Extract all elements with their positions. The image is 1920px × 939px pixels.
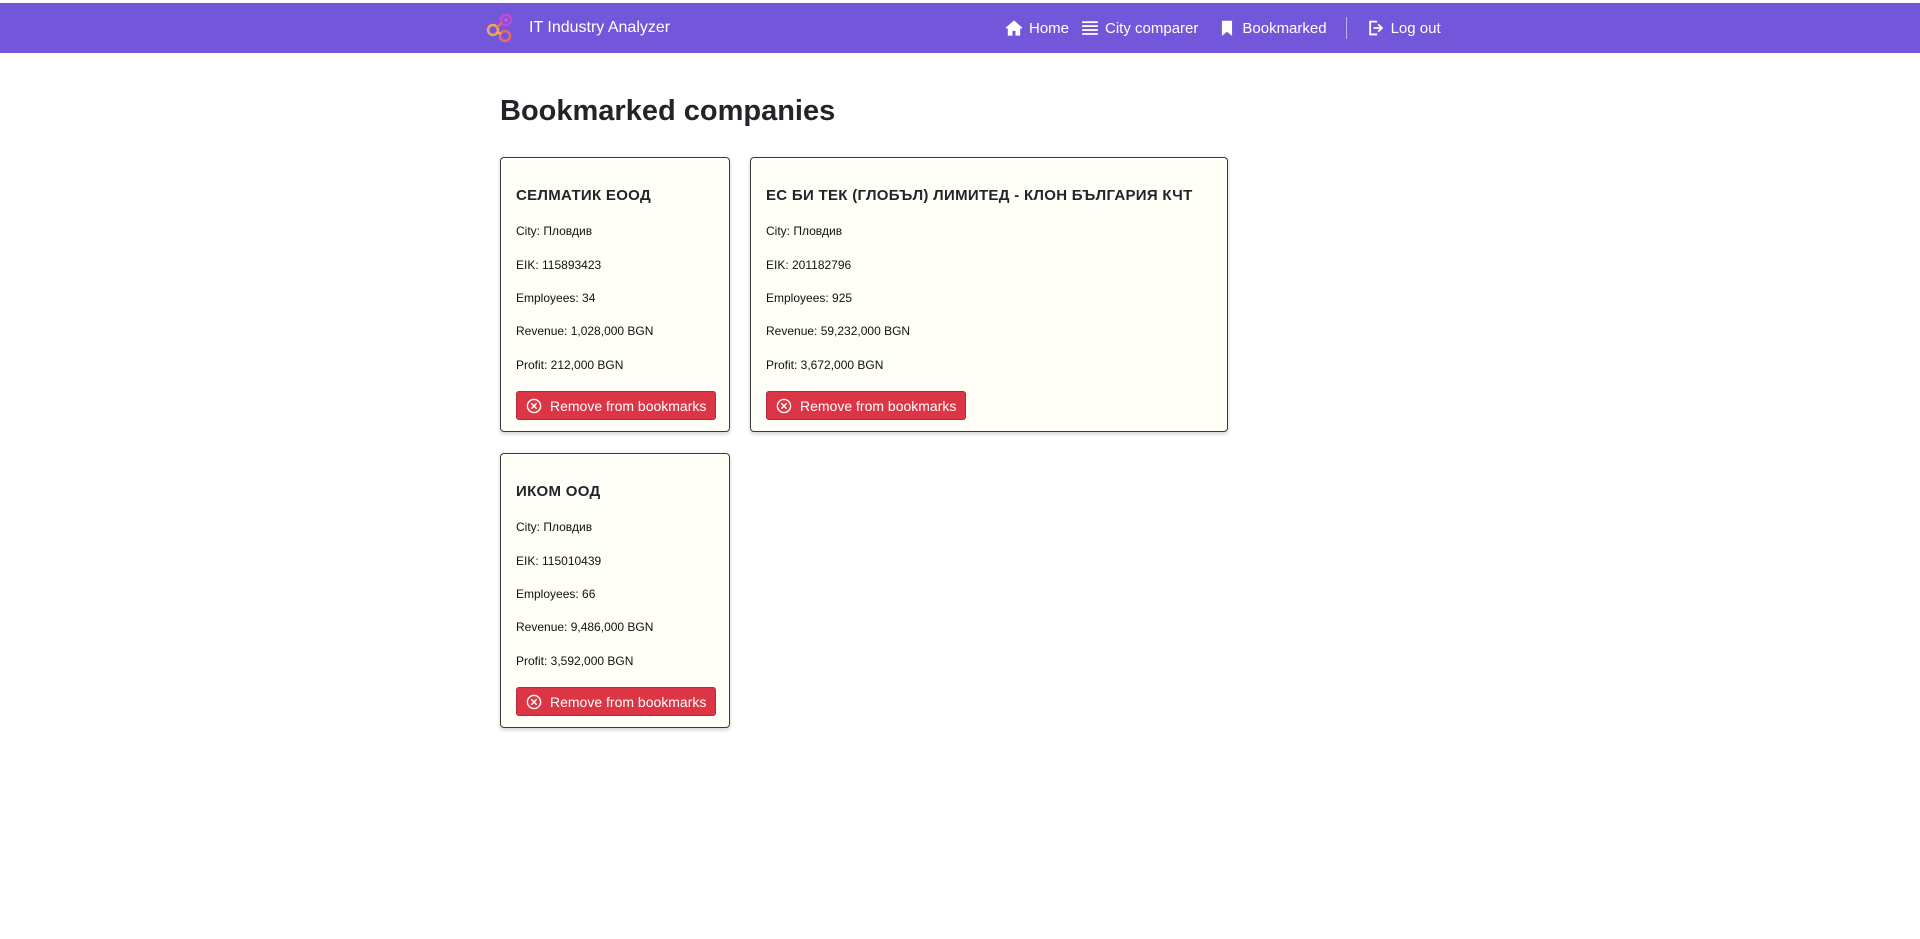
- nav-bookmarked-link[interactable]: Bookmarked: [1218, 3, 1327, 53]
- nav-bookmarked-label: Bookmarked: [1242, 19, 1327, 37]
- company-city: City: Пловдив: [516, 520, 593, 534]
- company-name: ИКОМ ООД: [516, 483, 601, 500]
- remove-bookmark-button[interactable]: Remove from bookmarks: [516, 391, 717, 420]
- remove-bookmark-label: Remove from bookmarks: [550, 397, 707, 414]
- company-eik: EIK: 115893423: [516, 258, 602, 272]
- company-revenue: Revenue: 1,028,000 BGN: [516, 324, 654, 338]
- home-icon: [1005, 20, 1023, 36]
- nav-divider: [1345, 17, 1347, 39]
- company-employees: Employees: 925: [766, 291, 853, 305]
- company-employees: Employees: 66: [516, 587, 596, 601]
- company-name: СЕЛМАТИК ЕООД: [516, 187, 651, 204]
- top-navbar: IT Industry Analyzer Home City comparer …: [0, 3, 1920, 53]
- remove-bookmark-label: Remove from bookmarks: [550, 693, 707, 710]
- list-icon: [1082, 21, 1098, 35]
- circle-x-icon: [526, 398, 542, 413]
- company-name: ЕС БИ ТЕК (ГЛОБЪЛ) ЛИМИТЕД - КЛОН БЪЛГАР…: [766, 187, 1193, 204]
- company-revenue: Revenue: 59,232,000 BGN: [766, 324, 911, 338]
- nav-home-link[interactable]: Home: [1005, 3, 1069, 53]
- app-logo-icon: [486, 13, 513, 43]
- company-profit: Profit: 3,672,000 BGN: [766, 358, 884, 372]
- remove-bookmark-label: Remove from bookmarks: [800, 397, 957, 414]
- page-title: Bookmarked companies: [500, 95, 836, 127]
- nav-links: Home City comparer Bookmarked Log out: [1005, 3, 1441, 53]
- company-profit: Profit: 212,000 BGN: [516, 358, 624, 372]
- nav-home-label: Home: [1029, 19, 1070, 37]
- company-revenue: Revenue: 9,486,000 BGN: [516, 620, 654, 634]
- remove-bookmark-button[interactable]: Remove from bookmarks: [766, 391, 967, 420]
- nav-city-comparer-link[interactable]: City comparer: [1081, 3, 1198, 53]
- circle-x-icon: [526, 694, 542, 709]
- company-eik: EIK: 201182796: [766, 258, 852, 272]
- company-eik: EIK: 115010439: [516, 554, 602, 568]
- company-card: СЕЛМАТИК ЕООД City: Пловдив EIK: 1158934…: [500, 157, 730, 432]
- company-card: ЕС БИ ТЕК (ГЛОБЪЛ) ЛИМИТЕД - КЛОН БЪЛГАР…: [750, 157, 1228, 432]
- brand[interactable]: IT Industry Analyzer: [484, 13, 670, 43]
- logout-icon: [1368, 20, 1383, 36]
- company-employees: Employees: 34: [516, 291, 596, 305]
- nav-city-comparer-label: City comparer: [1105, 19, 1199, 37]
- circle-x-icon: [776, 398, 792, 413]
- company-city: City: Пловдив: [766, 224, 843, 238]
- remove-bookmark-button[interactable]: Remove from bookmarks: [516, 687, 717, 716]
- bookmark-icon: [1222, 20, 1233, 36]
- company-city: City: Пловдив: [516, 224, 593, 238]
- company-card: ИКОМ ООД City: Пловдив EIK: 115010439 Em…: [500, 453, 730, 728]
- nav-logout-link[interactable]: Log out: [1367, 3, 1441, 53]
- company-profit: Profit: 3,592,000 BGN: [516, 654, 634, 668]
- app-title: IT Industry Analyzer: [529, 19, 671, 36]
- nav-logout-label: Log out: [1390, 19, 1441, 37]
